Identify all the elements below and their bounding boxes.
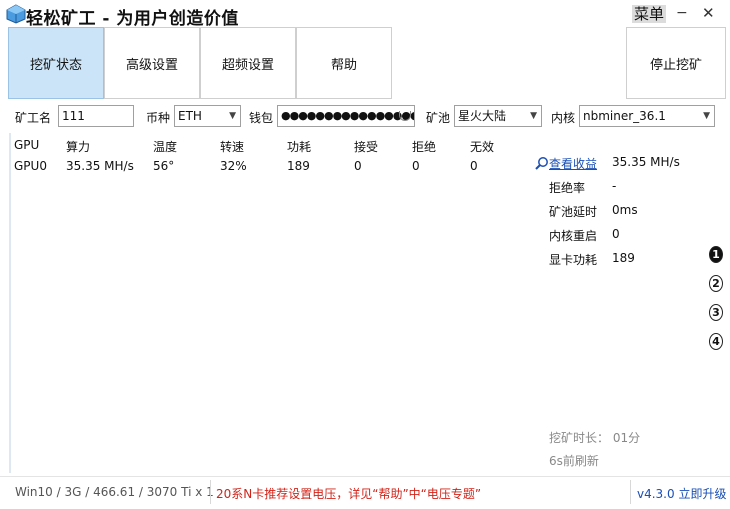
coin-select[interactable]: ETH ▼: [174, 105, 241, 127]
coin-label: 币种: [146, 111, 171, 125]
kernel-restart-label: 内核重启: [549, 229, 598, 243]
status-bar: Win10 / 3G / 466.61 / 3070 Ti x 1 20系N卡推…: [0, 476, 730, 509]
table-cell: 0: [470, 159, 478, 173]
reject-rate-value: -: [612, 179, 617, 193]
voltage-notice[interactable]: 20系N卡推荐设置电压，详见“帮助”中“电压专题”: [216, 485, 481, 502]
column-header: 无效: [470, 140, 495, 154]
pool-select[interactable]: 星火大陆 ▼: [454, 105, 542, 127]
page-button-1[interactable]: 1: [709, 246, 723, 263]
worker-label: 矿工名: [15, 111, 52, 125]
pool-select-value: 星火大陆: [458, 109, 507, 123]
column-header: 拒绝: [412, 140, 437, 154]
search-icon[interactable]: [535, 156, 549, 170]
kernel-select-value: nbminer_36.1: [583, 109, 666, 123]
last-refresh: 6s前刷新: [549, 454, 599, 468]
column-header: GPU: [14, 138, 40, 152]
table-cell: 0: [412, 159, 420, 173]
window-title: 轻松矿工 - 为用户创造价值: [26, 9, 239, 29]
table-left-border: [9, 133, 11, 473]
wallet-input[interactable]: ●●●●●●●●●●●●●●●●●●●●: [277, 105, 415, 127]
column-header: 转速: [220, 140, 245, 154]
table-cell: 56°: [153, 159, 175, 173]
stop-mining-button[interactable]: 停止挖矿: [626, 27, 726, 99]
status-divider: [210, 480, 211, 504]
pool-latency-value: 0ms: [612, 203, 638, 217]
kernel-select[interactable]: nbminer_36.1 ▼: [579, 105, 715, 127]
system-info: Win10 / 3G / 466.61 / 3070 Ti x 1: [15, 485, 214, 499]
chevron-down-icon: ▼: [229, 111, 236, 121]
coin-select-value: ETH: [178, 109, 202, 123]
tab-mining-status[interactable]: 挖矿状态: [8, 27, 104, 99]
page-button-3[interactable]: 3: [709, 304, 723, 321]
table-cell: 189: [287, 159, 310, 173]
worker-input[interactable]: 111: [58, 105, 134, 127]
tab-overclock-settings[interactable]: 超频设置: [200, 27, 296, 99]
table-cell: 35.35 MH/s: [66, 159, 134, 173]
column-header: 温度: [153, 140, 178, 154]
close-icon[interactable]: ✕: [702, 4, 715, 22]
column-header: 功耗: [287, 140, 312, 154]
tab-help[interactable]: 帮助: [296, 27, 392, 99]
table-cell: GPU0: [14, 159, 47, 173]
tab-advanced-settings[interactable]: 高级设置: [104, 27, 200, 99]
page-button-4[interactable]: 4: [709, 333, 723, 350]
gpu-power-value: 189: [612, 251, 635, 265]
pool-label: 矿池: [426, 111, 451, 125]
chevron-down-icon: ▼: [530, 111, 537, 121]
upgrade-link[interactable]: v4.3.0 立即升级: [637, 485, 726, 502]
column-header: 算力: [66, 140, 91, 154]
reject-rate-label: 拒绝率: [549, 181, 586, 195]
hashrate-value: 35.35 MH/s: [612, 155, 680, 169]
menu-button[interactable]: 菜单: [632, 5, 667, 23]
kernel-label: 内核: [551, 111, 576, 125]
chevron-down-icon: ▼: [703, 111, 710, 121]
wallet-masked-value: ●●●●●●●●●●●●●●●●●●●●: [281, 109, 414, 122]
mining-duration: 挖矿时长： 01分: [549, 431, 641, 445]
view-earnings-link[interactable]: 查看收益: [549, 155, 597, 172]
table-cell: 32%: [220, 159, 247, 173]
page-button-2[interactable]: 2: [709, 275, 723, 292]
app-logo-icon: [6, 4, 26, 24]
status-divider: [630, 480, 631, 504]
gpu-power-label: 显卡功耗: [549, 253, 598, 267]
wallet-label: 钱包: [249, 111, 274, 125]
table-cell: 0: [354, 159, 362, 173]
pool-latency-label: 矿池延时: [549, 205, 598, 219]
column-header: 接受: [354, 140, 379, 154]
title-bar: 轻松矿工 - 为用户创造价值 菜单 − ✕: [0, 0, 730, 29]
kernel-restart-value: 0: [612, 227, 620, 241]
minimize-icon[interactable]: −: [676, 5, 688, 21]
